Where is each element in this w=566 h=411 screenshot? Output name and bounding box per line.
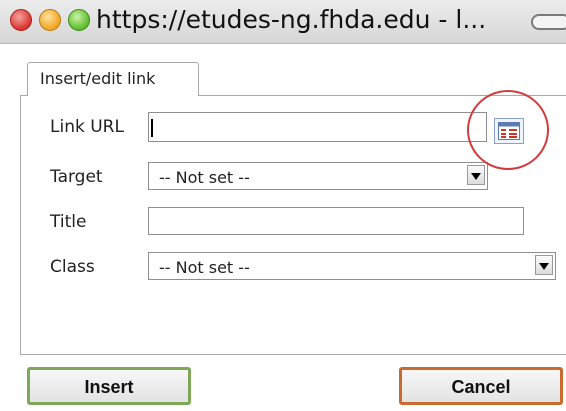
- target-select[interactable]: -- Not set --: [148, 162, 488, 190]
- cancel-button[interactable]: Cancel: [399, 367, 563, 405]
- chevron-down-icon[interactable]: [535, 255, 553, 275]
- link-url-input[interactable]: [148, 112, 487, 142]
- class-select-value: -- Not set --: [159, 258, 250, 277]
- title-label: Title: [50, 212, 87, 232]
- window-close-button[interactable]: [10, 9, 32, 31]
- window-zoom-button[interactable]: [68, 9, 90, 31]
- tab-insert-edit-link[interactable]: Insert/edit link: [27, 62, 199, 96]
- target-select-value: -- Not set --: [159, 168, 250, 187]
- link-url-label: Link URL: [50, 117, 124, 137]
- chevron-down-icon[interactable]: [467, 165, 485, 185]
- class-select[interactable]: -- Not set --: [148, 252, 556, 280]
- text-caret: [151, 119, 153, 137]
- class-label: Class: [50, 257, 95, 277]
- toolbar-toggle-button[interactable]: [531, 14, 566, 30]
- title-input[interactable]: [148, 207, 524, 235]
- target-label: Target: [50, 167, 103, 187]
- window-title-url: https://etudes-ng.fhda.edu - l...: [96, 5, 487, 34]
- insert-button[interactable]: Insert: [27, 367, 191, 405]
- highlight-circle: [467, 90, 549, 170]
- window-minimize-button[interactable]: [39, 9, 61, 31]
- window-titlebar: https://etudes-ng.fhda.edu - l...: [0, 0, 566, 44]
